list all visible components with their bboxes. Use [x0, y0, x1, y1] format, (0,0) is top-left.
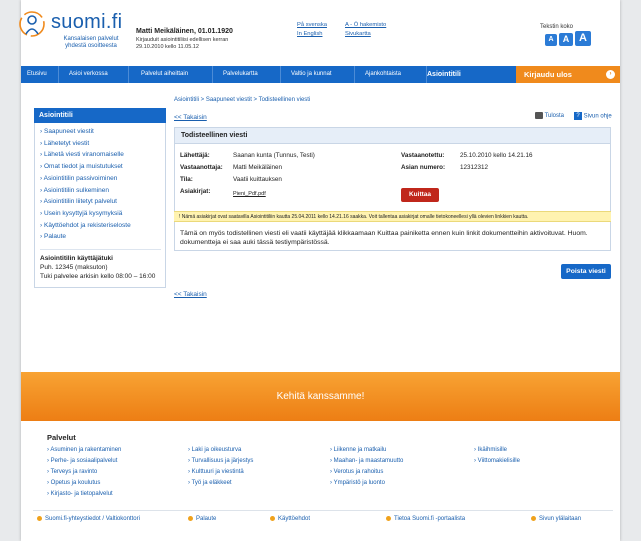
footer-link[interactable]: › Ympäristö ja luonto — [330, 480, 385, 486]
received-label: Vastaanotettu: — [401, 152, 445, 159]
info-text: Tämä on myös todistellinen viesti eli va… — [180, 230, 588, 247]
case-number-value: 12312312 — [460, 164, 489, 171]
footer-top-link[interactable]: Sivun ylälaitaan — [531, 516, 581, 522]
received-value: 25.10.2010 kello 14.21.16 — [460, 152, 533, 159]
sidebar-item-passivoiminen[interactable]: › Asiointitilin passivoiminen — [40, 173, 161, 185]
sidebar-item-sulkeminen[interactable]: › Asiointitilin sulkeminen — [40, 185, 161, 197]
case-number-label: Asian numero: — [401, 164, 446, 171]
sitemap-link[interactable]: Sivukartta — [345, 31, 371, 37]
footer-link[interactable]: › Kirjasto- ja tietopalvelut — [47, 491, 113, 497]
footer-link[interactable]: › Työ ja eläkkeet — [188, 480, 232, 486]
font-small-button[interactable]: A — [545, 34, 557, 46]
receiver-label: Vastaanottaja: — [180, 164, 223, 171]
footer-divider — [33, 510, 613, 511]
nav-palvelukartta[interactable]: Palvelukartta — [221, 66, 281, 83]
state-value: Vaatii kuittauksen — [233, 176, 282, 183]
logo-sub-line2: yhdestä osoitteesta — [65, 42, 117, 49]
footer-link[interactable]: › Perhe- ja sosiaalipalvelut — [47, 458, 117, 464]
receiver-value: Matti Meikäläinen — [233, 164, 282, 171]
last-login-time: 29.10.2010 kello 11.05.12 — [136, 44, 199, 50]
support-phone: Puh. 12345 (maksuton) — [40, 264, 108, 272]
nav-palvelut-aiheittain[interactable]: Palvelut aiheittain — [139, 66, 213, 83]
support-box: Asiointitilin käyttäjätuki Puh. 12345 (m… — [40, 249, 161, 281]
footer-link[interactable]: › Asuminen ja rakentaminen — [47, 447, 121, 453]
logo-text[interactable]: suomi.fi — [51, 11, 122, 34]
nav-valtio-ja-kunnat[interactable]: Valtio ja kunnat — [289, 66, 355, 83]
footer-link[interactable]: › Opetus ja koulutus — [47, 480, 100, 486]
footer-link[interactable]: › Verotus ja rahoitus — [330, 469, 383, 475]
support-title: Asiointitilin käyttäjätuki — [40, 255, 113, 263]
footer-link[interactable]: › Ikäihmisille — [474, 447, 507, 453]
logo-subtitle: Kansalaisen palvelut yhdestä osoitteesta — [56, 36, 126, 49]
sender-label: Lähettäjä: — [180, 152, 210, 159]
sidebar-item-lahetetyt[interactable]: › Lähetetyt viestit — [40, 138, 161, 150]
footer-contact-link[interactable]: Suomi.fi-yhteystiedot / Valtiokonttori — [37, 516, 140, 522]
lang-sv-link[interactable]: På svenska — [297, 22, 327, 28]
footer-feedback-link[interactable]: Palaute — [188, 516, 216, 522]
notice-bar: ! Nämä asiakirjat ovat saatavilla Asioin… — [174, 211, 611, 222]
acknowledge-button[interactable]: Kuittaa — [401, 188, 439, 202]
bullet-icon — [531, 516, 536, 521]
az-index-link[interactable]: A - Ö hakemisto — [345, 22, 386, 28]
sidebar-item-kayttoehdot[interactable]: › Käyttöehdot ja rekisteriseloste — [40, 220, 161, 232]
delete-message-button[interactable]: Poista viesti — [561, 264, 611, 279]
footer-link[interactable]: › Kulttuuri ja viestintä — [188, 469, 244, 475]
message-card-title: Todisteellinen viesti — [175, 128, 610, 144]
support-hours: Tuki palvelee arkisin kello 08:00 – 16:0… — [40, 273, 156, 281]
logout-arrow-icon: › — [606, 70, 615, 79]
lang-en-link[interactable]: In English — [297, 31, 322, 37]
font-large-button[interactable]: A — [575, 31, 591, 46]
nav-ajankohtaista[interactable]: Ajankohtaista — [363, 66, 427, 83]
sidebar-item-ukk[interactable]: › Usein kysyttyjä kysymyksiä — [40, 208, 161, 220]
back-link[interactable]: << Takaisin — [174, 114, 207, 121]
font-size-label: Tekstin koko — [540, 24, 574, 30]
sidebar-item-omat-tiedot[interactable]: › Omat tiedot ja muistutukset — [40, 161, 161, 173]
back-link-bottom[interactable]: << Takaisin — [174, 291, 207, 298]
user-name: Matti Meikäläinen, 01.01.1920 — [136, 28, 233, 35]
logout-label: Kirjaudu ulos — [524, 70, 572, 79]
logo-sub-line1: Kansalaisen palvelut — [63, 36, 119, 42]
documents-label: Asiakirjat: — [180, 188, 211, 195]
footer-link[interactable]: › Liikenne ja matkailu — [330, 447, 386, 453]
help-icon: ? — [574, 112, 582, 120]
sidebar-item-saapuneet[interactable]: › Saapuneet viestit — [40, 126, 161, 138]
footer-link[interactable]: › Laki ja oikeusturva — [188, 447, 241, 453]
document-link[interactable]: Pieni_Pdf.pdf — [233, 191, 266, 197]
nav-home[interactable]: Etusivu — [25, 66, 59, 83]
feedback-banner[interactable]: Kehitä kanssamme! — [21, 372, 620, 421]
suomi-logo-icon[interactable] — [18, 10, 46, 38]
sidebar-item-laheta-viesti[interactable]: › Lähetä viesti viranomaiselle — [40, 149, 161, 161]
font-medium-button[interactable]: A — [559, 33, 573, 46]
last-login-text: Kirjauduit asiointitiliisi edellisen ker… — [136, 37, 229, 43]
sidebar-item-liitetyt-palvelut[interactable]: › Asiointitilin liitetyt palvelut — [40, 196, 161, 208]
bullet-icon — [386, 516, 391, 521]
bullet-icon — [188, 516, 193, 521]
print-button[interactable]: Tulosta — [535, 112, 564, 119]
state-label: Tila: — [180, 176, 193, 183]
print-label: Tulosta — [544, 113, 565, 120]
footer-about-link[interactable]: Tietoa Suomi.fi -portaalista — [386, 516, 465, 522]
sidebar: Asiointitili › Saapuneet viestit › Lähet… — [34, 108, 166, 289]
bullet-icon — [270, 516, 275, 521]
nav-asioi-verkossa[interactable]: Asioi verkossa — [67, 66, 129, 83]
help-button[interactable]: ? Sivun ohje — [574, 112, 612, 120]
sidebar-list: › Saapuneet viestit › Lähetetyt viestit … — [34, 123, 166, 289]
printer-icon — [535, 112, 543, 119]
help-label: Sivun ohje — [583, 113, 612, 120]
sender-value: Saanan kunta (Tunnus, Testi) — [233, 152, 315, 159]
breadcrumb[interactable]: Asiointitili > Saapuneet viestit > Todis… — [174, 97, 310, 103]
footer-link[interactable]: › Viittomakielisille — [474, 458, 520, 464]
sidebar-item-palaute[interactable]: › Palaute — [40, 231, 161, 243]
footer-terms-link[interactable]: Käyttöehdot — [270, 516, 310, 522]
footer-title: Palvelut — [47, 433, 76, 442]
nav-asiointitili[interactable]: Asiointitili — [425, 66, 477, 83]
logout-button[interactable]: Kirjaudu ulos › — [516, 66, 620, 83]
footer-link[interactable]: › Turvallisuus ja järjestys — [188, 458, 253, 464]
footer-link[interactable]: › Terveys ja ravinto — [47, 469, 97, 475]
footer-link[interactable]: › Maahan- ja maastamuutto — [330, 458, 403, 464]
bullet-icon — [37, 516, 42, 521]
sidebar-title: Asiointitili — [34, 108, 166, 123]
